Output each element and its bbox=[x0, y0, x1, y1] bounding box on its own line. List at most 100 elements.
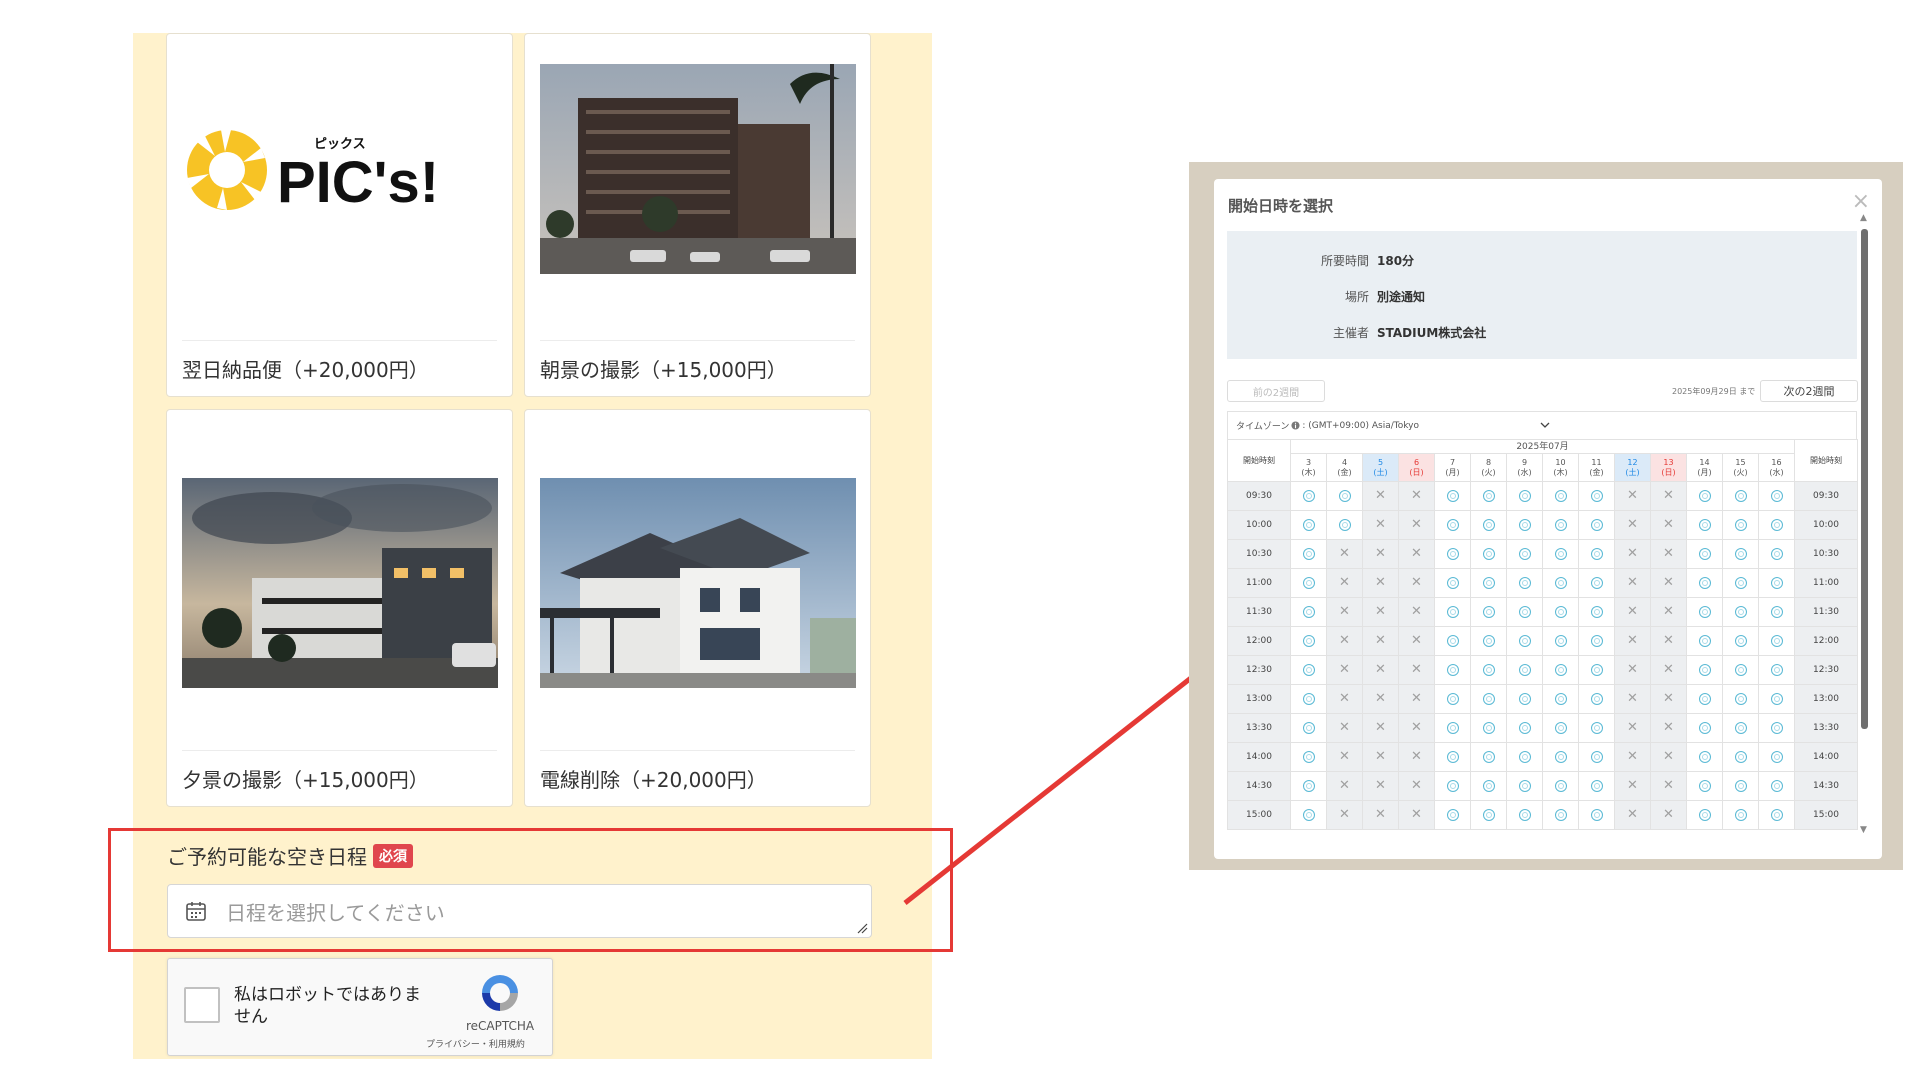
slot-available[interactable] bbox=[1758, 510, 1795, 540]
slot-available[interactable] bbox=[1758, 800, 1795, 830]
slot-available[interactable] bbox=[1506, 568, 1543, 598]
slot-available[interactable] bbox=[1506, 771, 1543, 801]
slot-available[interactable] bbox=[1434, 481, 1471, 511]
slot-available[interactable] bbox=[1506, 684, 1543, 714]
slot-available[interactable] bbox=[1434, 597, 1471, 627]
slot-available[interactable] bbox=[1506, 800, 1543, 830]
slot-available[interactable] bbox=[1758, 684, 1795, 714]
slot-available[interactable] bbox=[1506, 481, 1543, 511]
slot-available[interactable] bbox=[1506, 510, 1543, 540]
slot-available[interactable] bbox=[1470, 800, 1507, 830]
slot-available[interactable] bbox=[1434, 684, 1471, 714]
slot-available[interactable] bbox=[1506, 742, 1543, 772]
slot-available[interactable] bbox=[1542, 568, 1579, 598]
slot-available[interactable] bbox=[1542, 713, 1579, 743]
slot-available[interactable] bbox=[1686, 597, 1723, 627]
slot-available[interactable] bbox=[1722, 771, 1759, 801]
close-icon[interactable]: × bbox=[1852, 189, 1870, 214]
slot-available[interactable] bbox=[1290, 800, 1327, 830]
slot-available[interactable] bbox=[1470, 684, 1507, 714]
slot-available[interactable] bbox=[1506, 597, 1543, 627]
slot-available[interactable] bbox=[1542, 800, 1579, 830]
slot-available[interactable] bbox=[1542, 481, 1579, 511]
slot-available[interactable] bbox=[1470, 481, 1507, 511]
slot-available[interactable] bbox=[1290, 655, 1327, 685]
slot-available[interactable] bbox=[1722, 655, 1759, 685]
slot-available[interactable] bbox=[1578, 481, 1615, 511]
slot-available[interactable] bbox=[1542, 655, 1579, 685]
slot-available[interactable] bbox=[1290, 742, 1327, 772]
slot-available[interactable] bbox=[1470, 539, 1507, 569]
slot-available[interactable] bbox=[1434, 771, 1471, 801]
slot-available[interactable] bbox=[1290, 481, 1327, 511]
slot-available[interactable] bbox=[1434, 742, 1471, 772]
slot-available[interactable] bbox=[1722, 597, 1759, 627]
slot-available[interactable] bbox=[1578, 742, 1615, 772]
slot-available[interactable] bbox=[1470, 510, 1507, 540]
slot-available[interactable] bbox=[1542, 597, 1579, 627]
slot-available[interactable] bbox=[1542, 510, 1579, 540]
slot-available[interactable] bbox=[1470, 568, 1507, 598]
slot-available[interactable] bbox=[1578, 713, 1615, 743]
slot-available[interactable] bbox=[1470, 655, 1507, 685]
scroll-down-icon[interactable]: ▼ bbox=[1860, 825, 1867, 835]
slot-available[interactable] bbox=[1434, 568, 1471, 598]
slot-available[interactable] bbox=[1758, 568, 1795, 598]
slot-available[interactable] bbox=[1542, 539, 1579, 569]
slot-available[interactable] bbox=[1686, 481, 1723, 511]
slot-available[interactable] bbox=[1578, 539, 1615, 569]
slot-available[interactable] bbox=[1686, 771, 1723, 801]
slot-available[interactable] bbox=[1758, 481, 1795, 511]
slot-available[interactable] bbox=[1434, 626, 1471, 656]
slot-available[interactable] bbox=[1290, 626, 1327, 656]
slot-available[interactable] bbox=[1326, 481, 1363, 511]
slot-available[interactable] bbox=[1758, 539, 1795, 569]
slot-available[interactable] bbox=[1686, 655, 1723, 685]
slot-available[interactable] bbox=[1758, 713, 1795, 743]
slot-available[interactable] bbox=[1434, 800, 1471, 830]
slot-available[interactable] bbox=[1578, 800, 1615, 830]
slot-available[interactable] bbox=[1434, 539, 1471, 569]
slot-available[interactable] bbox=[1722, 742, 1759, 772]
slot-available[interactable] bbox=[1470, 771, 1507, 801]
slot-available[interactable] bbox=[1722, 510, 1759, 540]
slot-available[interactable] bbox=[1758, 626, 1795, 656]
slot-available[interactable] bbox=[1758, 655, 1795, 685]
slot-available[interactable] bbox=[1290, 684, 1327, 714]
scrollbar-thumb[interactable] bbox=[1861, 229, 1868, 729]
slot-available[interactable] bbox=[1686, 713, 1723, 743]
slot-available[interactable] bbox=[1578, 655, 1615, 685]
slot-available[interactable] bbox=[1722, 800, 1759, 830]
slot-available[interactable] bbox=[1290, 568, 1327, 598]
slot-available[interactable] bbox=[1686, 510, 1723, 540]
slot-available[interactable] bbox=[1506, 626, 1543, 656]
slot-available[interactable] bbox=[1578, 684, 1615, 714]
slot-available[interactable] bbox=[1290, 597, 1327, 627]
slot-available[interactable] bbox=[1542, 742, 1579, 772]
slot-available[interactable] bbox=[1542, 684, 1579, 714]
next-two-weeks-button[interactable]: 次の2週間 bbox=[1760, 380, 1858, 402]
slot-available[interactable] bbox=[1470, 597, 1507, 627]
chevron-down-icon[interactable] bbox=[1540, 420, 1550, 430]
slot-available[interactable] bbox=[1506, 713, 1543, 743]
slot-available[interactable] bbox=[1290, 771, 1327, 801]
prev-two-weeks-button[interactable]: 前の2週間 bbox=[1227, 380, 1325, 402]
scroll-up-icon[interactable]: ▲ bbox=[1860, 213, 1867, 223]
slot-available[interactable] bbox=[1434, 713, 1471, 743]
slot-available[interactable] bbox=[1686, 568, 1723, 598]
slot-available[interactable] bbox=[1722, 481, 1759, 511]
slot-available[interactable] bbox=[1758, 742, 1795, 772]
slot-available[interactable] bbox=[1470, 742, 1507, 772]
recaptcha-checkbox[interactable] bbox=[184, 987, 220, 1023]
slot-available[interactable] bbox=[1722, 684, 1759, 714]
slot-available[interactable] bbox=[1578, 771, 1615, 801]
slot-available[interactable] bbox=[1290, 713, 1327, 743]
timezone-selector[interactable]: タイムゾーン : (GMT+09:00) Asia/Tokyo bbox=[1227, 411, 1857, 439]
slot-available[interactable] bbox=[1578, 626, 1615, 656]
slot-available[interactable] bbox=[1686, 539, 1723, 569]
slot-available[interactable] bbox=[1686, 742, 1723, 772]
slot-available[interactable] bbox=[1542, 771, 1579, 801]
option-card-evening-shoot[interactable]: 夕景の撮影（+15,000円） bbox=[166, 409, 513, 807]
option-card-morning-shoot[interactable]: 朝景の撮影（+15,000円） bbox=[524, 33, 871, 397]
slot-available[interactable] bbox=[1686, 684, 1723, 714]
